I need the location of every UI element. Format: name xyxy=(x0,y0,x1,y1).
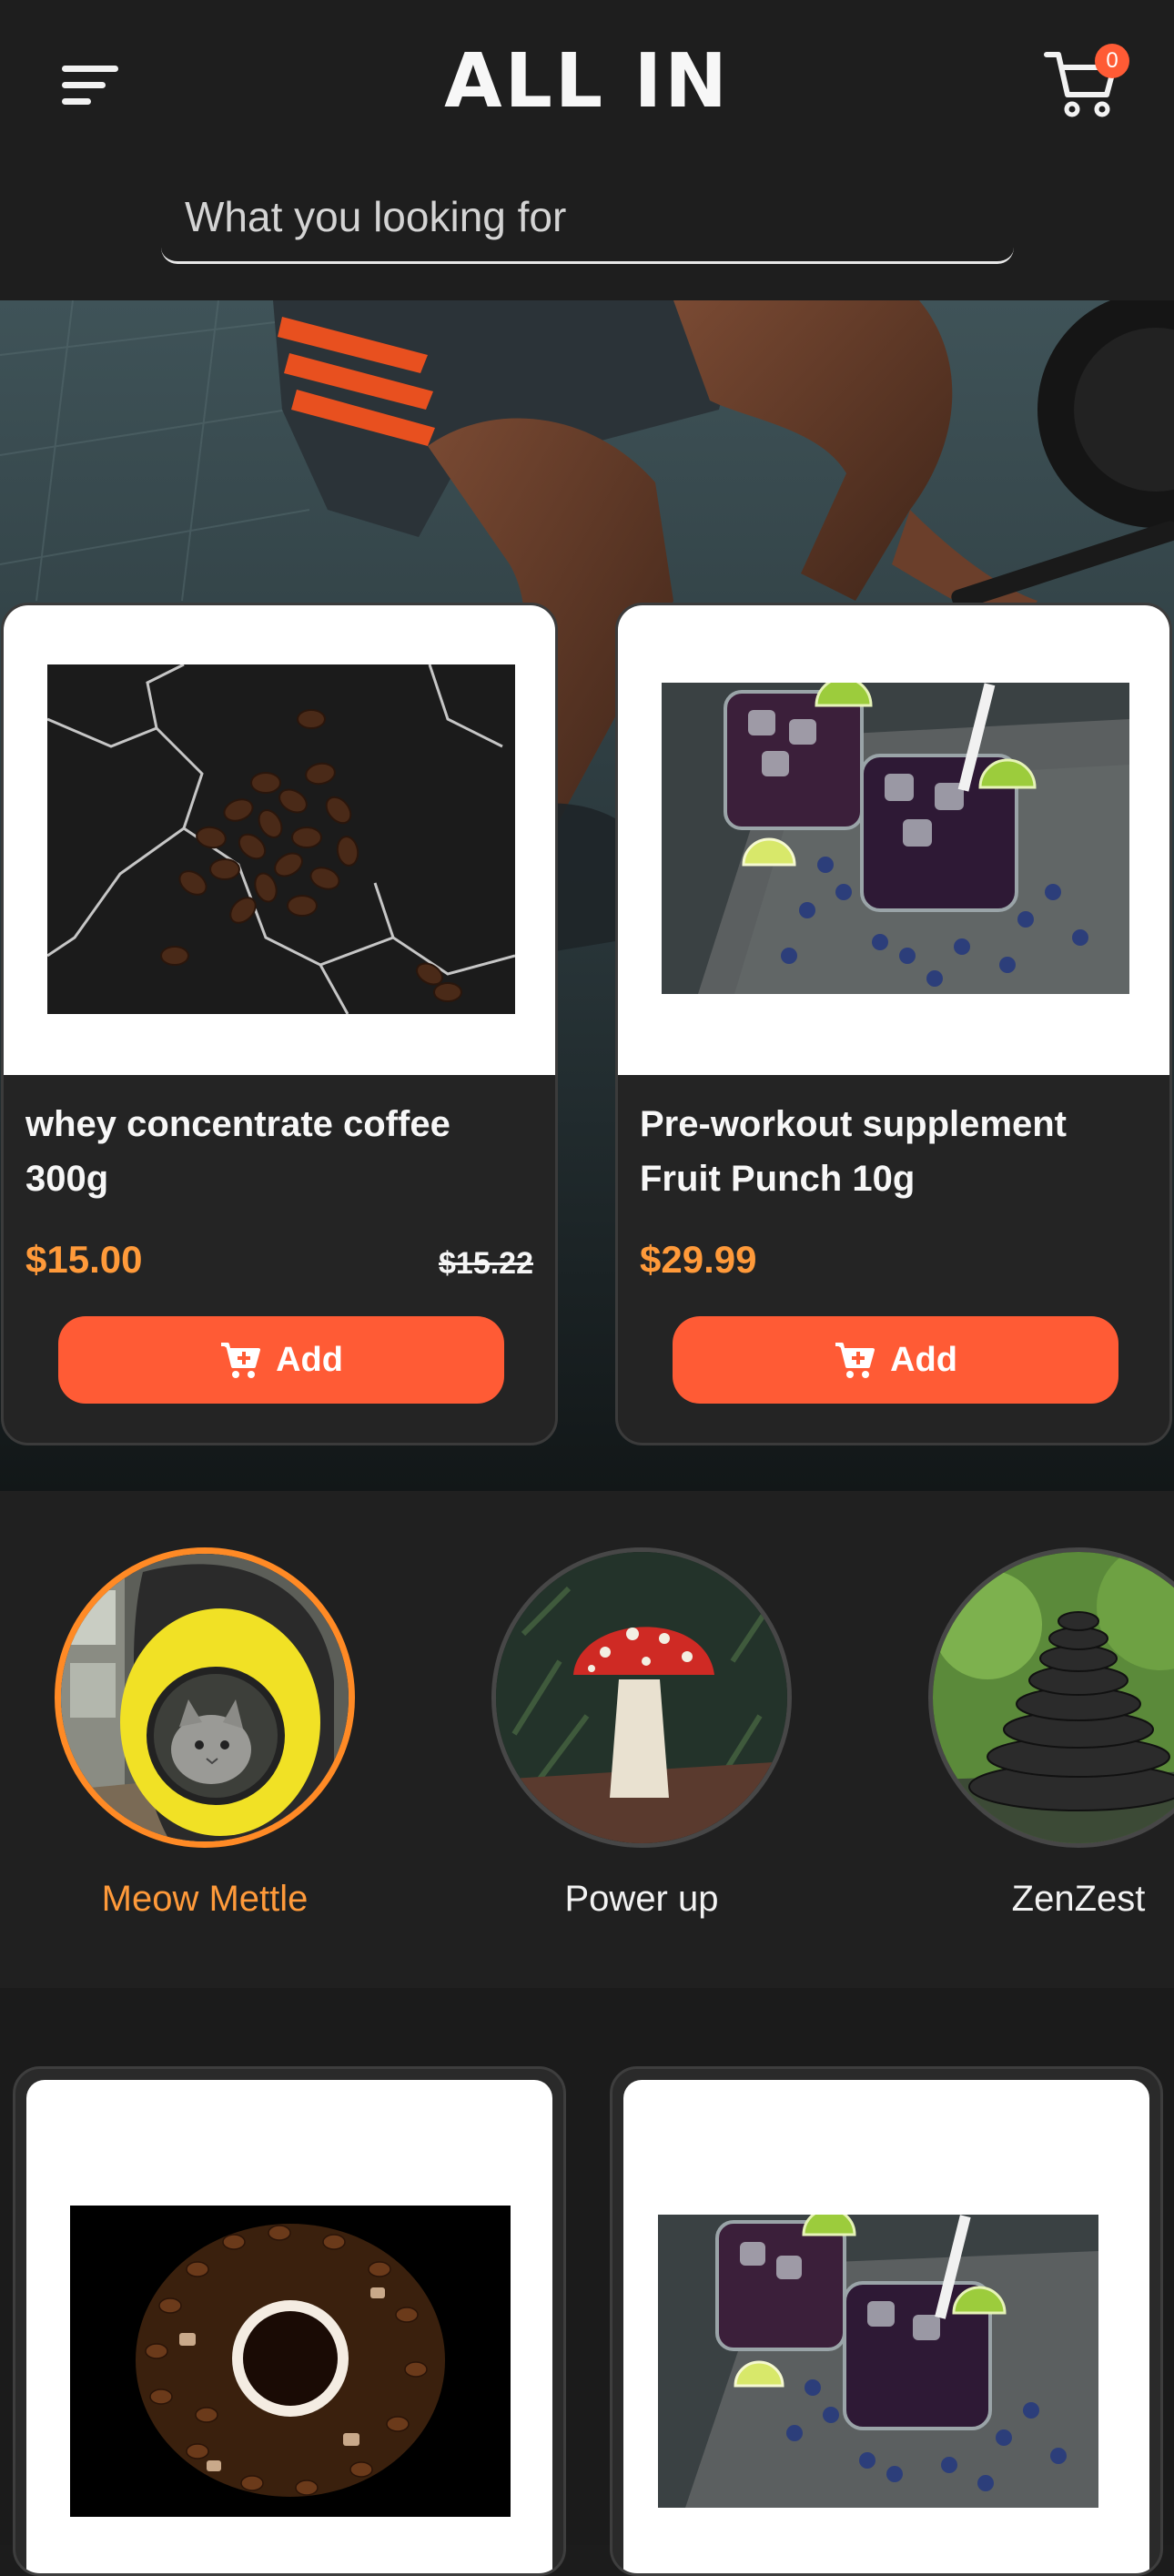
product-image-coffee-cup xyxy=(70,2206,511,2517)
product-price: $29.99 xyxy=(640,1238,757,1281)
product-image-berry-drinks xyxy=(662,683,1129,994)
search-input[interactable] xyxy=(183,186,987,248)
category-strip: Meow Mettle Power up ZenZest xyxy=(0,1491,1174,1988)
category-image xyxy=(491,1547,792,1848)
product-name: Pre-workout supplement Fruit Punch 10g xyxy=(640,1104,1067,1199)
category-image xyxy=(928,1547,1174,1848)
category-label: ZenZest xyxy=(1011,1879,1146,1919)
product-card[interactable] xyxy=(610,2066,1163,2576)
product-image-berry-drinks xyxy=(658,2215,1098,2508)
search-bar xyxy=(161,173,1014,264)
add-to-cart-button[interactable]: Add xyxy=(673,1316,1118,1404)
product-card[interactable]: Pre-workout supplement Fruit Punch 10g $… xyxy=(615,603,1172,1445)
add-button-label: Add xyxy=(890,1340,957,1379)
product-image-area xyxy=(618,605,1169,1075)
category-meow-mettle[interactable]: Meow Mettle xyxy=(55,1547,355,1920)
cart-plus-icon xyxy=(835,1343,875,1378)
cart-plus-icon xyxy=(221,1343,261,1378)
app-header: ALL IN 0 xyxy=(0,0,1174,300)
category-label: Meow Mettle xyxy=(101,1879,309,1919)
product-image-area xyxy=(4,605,555,1075)
cart-count-badge: 0 xyxy=(1095,44,1129,78)
product-card[interactable] xyxy=(13,2066,566,2576)
category-label: Power up xyxy=(564,1879,719,1919)
product-image-coffee-beans xyxy=(47,664,515,1014)
product-name: whey concentrate coffee 300g xyxy=(25,1104,450,1199)
product-old-price: $15.22 xyxy=(439,1246,533,1281)
product-image-area xyxy=(623,2080,1149,2573)
product-price: $15.00 xyxy=(25,1238,143,1281)
product-image-area xyxy=(26,2080,552,2573)
add-to-cart-button[interactable]: Add xyxy=(58,1316,504,1404)
category-image xyxy=(55,1547,355,1848)
category-power-up[interactable]: Power up xyxy=(491,1547,792,1920)
add-button-label: Add xyxy=(276,1340,343,1379)
product-card[interactable]: whey concentrate coffee 300g $15.00 $15.… xyxy=(1,603,558,1445)
category-zenzest[interactable]: ZenZest xyxy=(928,1547,1174,1920)
brand-logo: ALL IN xyxy=(444,38,730,125)
